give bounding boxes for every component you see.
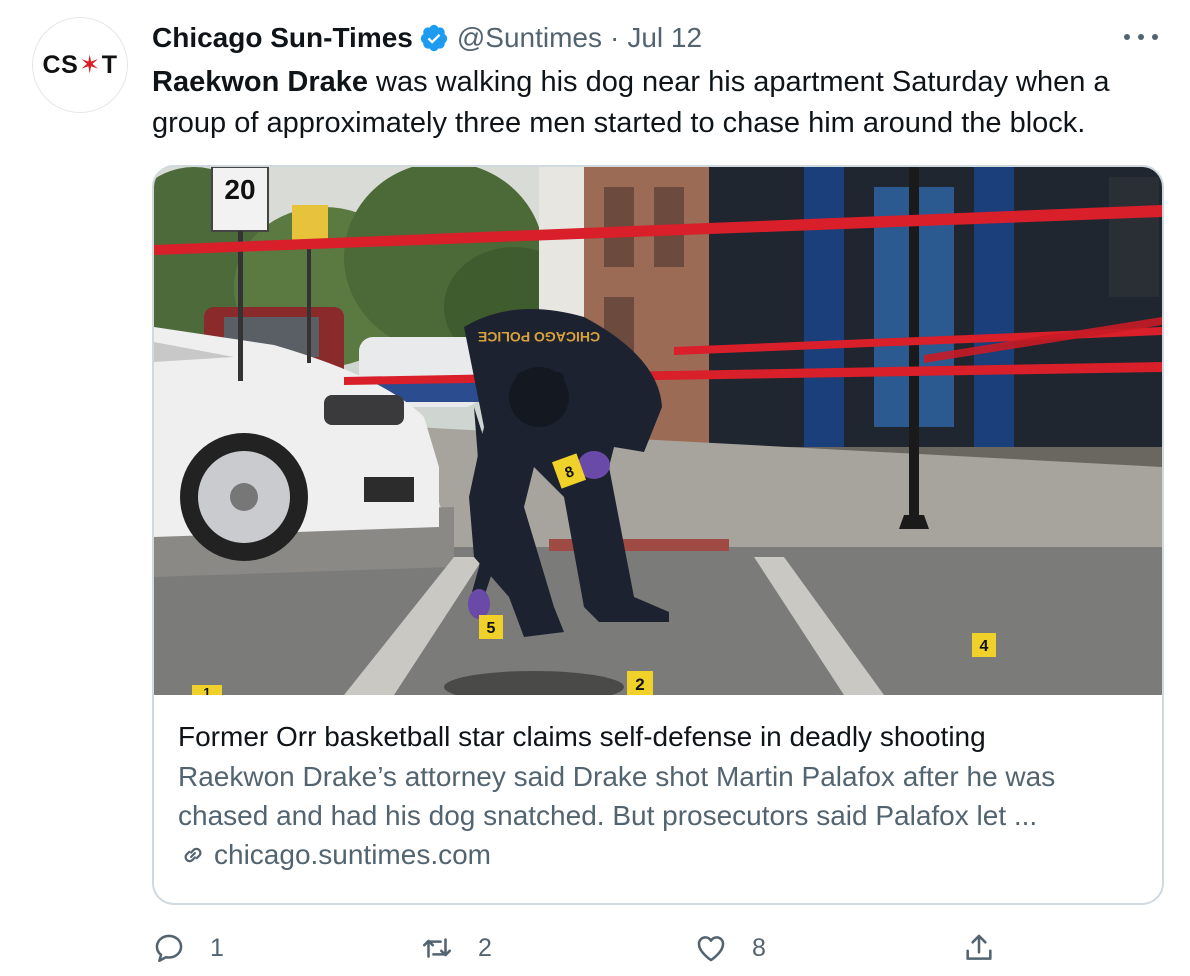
reply-count: 1 [210, 933, 224, 962]
more-dot [1124, 34, 1130, 40]
svg-text:2: 2 [635, 675, 644, 694]
like-button[interactable]: 8 [694, 926, 766, 970]
svg-text:4: 4 [980, 638, 989, 655]
evidence-marker: 4 [972, 633, 996, 657]
action-bar: 1 2 8 [152, 926, 1012, 970]
tweet-header: Chicago Sun-Times @Suntimes · Jul 12 [152, 18, 702, 58]
avatar[interactable]: CS ✶ T [32, 17, 128, 113]
svg-text:1: 1 [203, 685, 210, 695]
card-title[interactable]: Former Orr basketball star claims self-d… [178, 717, 1138, 757]
evidence-marker: 2 [627, 671, 653, 695]
link-icon [184, 847, 202, 863]
evidence-marker: 1 [192, 685, 222, 695]
avatar-text-right: T [101, 50, 118, 79]
reply-button[interactable]: 1 [152, 926, 224, 970]
speed-limit-sign: 20 [224, 174, 255, 205]
tweet-text: Raekwon Drake was walking his dog near h… [152, 62, 1172, 144]
card-domain[interactable]: chicago.suntimes.com [178, 835, 1138, 875]
card-meta[interactable]: Former Orr basketball star claims self-d… [178, 717, 1138, 875]
card-domain-text: chicago.suntimes.com [214, 839, 492, 870]
svg-text:5: 5 [487, 620, 496, 637]
avatar-text-left: CS [42, 50, 79, 79]
handle[interactable]: @Suntimes [457, 22, 602, 54]
more-dot [1152, 34, 1158, 40]
link-card[interactable]: 20 CHICAGO POLICE 1 2 4 5 8 Former Orr b… [152, 165, 1164, 905]
avatar-star: ✶ [79, 51, 101, 79]
retweet-button[interactable]: 2 [420, 926, 492, 970]
retweet-icon [422, 938, 452, 958]
more-dot [1138, 34, 1144, 40]
like-icon [697, 936, 725, 962]
share-button[interactable] [962, 926, 996, 970]
article-photo[interactable]: 20 CHICAGO POLICE 1 2 4 5 8 [154, 167, 1162, 695]
like-count: 8 [752, 933, 766, 962]
retweet-count: 2 [478, 933, 492, 962]
more-options-icon[interactable] [1124, 22, 1158, 52]
evidence-marker: 5 [479, 615, 503, 639]
tweet-date[interactable]: Jul 12 [627, 22, 702, 54]
reply-icon [155, 934, 183, 963]
police-jacket-text: CHICAGO POLICE [478, 329, 600, 345]
share-icon [966, 934, 992, 960]
tweet-text-bold: Raekwon Drake [152, 66, 368, 98]
card-description: Raekwon Drake’s attorney said Drake shot… [178, 761, 1056, 831]
separator-dot: · [610, 22, 620, 53]
verified-badge-icon [420, 24, 447, 52]
display-name[interactable]: Chicago Sun-Times [152, 22, 413, 54]
